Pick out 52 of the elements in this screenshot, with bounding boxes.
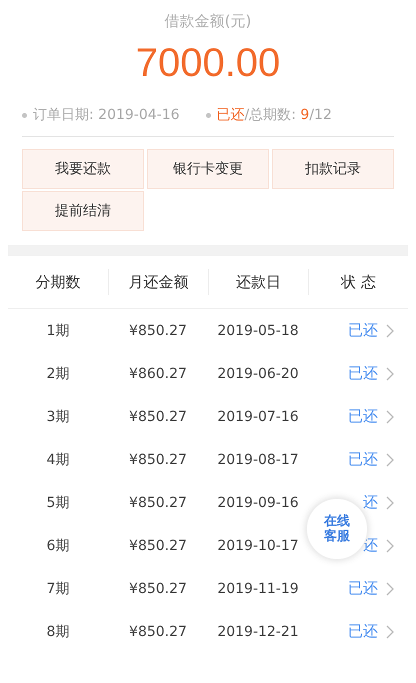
- summary-text: 已还/总期数: 9/12: [216, 106, 332, 124]
- date-cell-text: 2019-05-18: [216, 322, 300, 338]
- period-cell-text: 4期: [46, 450, 70, 468]
- status-link[interactable]: 已还: [348, 364, 378, 383]
- chevron-right-icon[interactable]: [386, 538, 394, 552]
- column-header: 月还金额: [108, 269, 208, 295]
- date-cell-text: 2019-11-19: [216, 580, 300, 596]
- amount-cell-text: ¥850.27: [128, 322, 188, 338]
- loan-amount: 7000.00: [136, 41, 280, 86]
- chevron-right-icon[interactable]: [386, 366, 394, 380]
- status-link[interactable]: 已还: [348, 450, 378, 469]
- date-cell-text: 2019-07-16: [216, 408, 300, 424]
- loan-amount-label: 借款金额(元): [164, 12, 252, 31]
- status-link[interactable]: 已还: [348, 579, 378, 598]
- chevron-right-icon[interactable]: [386, 324, 394, 338]
- chevron-right-icon[interactable]: [386, 452, 394, 466]
- action-button[interactable]: 提前结清: [22, 191, 144, 231]
- chevron-right-icon[interactable]: [386, 496, 394, 510]
- action-button[interactable]: 我要还款: [22, 149, 144, 189]
- status-link[interactable]: 已还: [348, 622, 378, 641]
- period-cell-text: 6期: [46, 536, 70, 554]
- date-cell-text: 2019-12-21: [216, 624, 300, 640]
- action-button[interactable]: 扣款记录: [272, 149, 394, 189]
- period-cell-text: 3期: [46, 408, 70, 426]
- action-button[interactable]: 银行卡变更: [147, 149, 269, 189]
- period-cell-text: 1期: [46, 322, 70, 340]
- date-cell-text: 2019-10-17: [216, 538, 300, 554]
- chevron-right-icon[interactable]: [386, 624, 394, 638]
- status-link[interactable]: 已还: [348, 407, 378, 426]
- period-cell-text: 2期: [46, 364, 70, 382]
- summary-text: 订单日期: 2019-04-16: [33, 106, 180, 124]
- chevron-right-icon[interactable]: [386, 410, 394, 424]
- column-header: 状 态: [308, 269, 408, 295]
- column-header: 还款日: [208, 269, 308, 295]
- amount-cell-text: ¥850.27: [128, 494, 188, 510]
- date-cell-text: 2019-08-17: [216, 452, 300, 468]
- amount-cell-text: ¥850.27: [128, 624, 188, 640]
- period-cell-text: 5期: [46, 494, 70, 512]
- date-cell-text: 2019-09-16: [216, 494, 300, 510]
- bullet-icon: [22, 112, 27, 118]
- amount-cell-text: ¥850.27: [128, 452, 188, 468]
- amount-cell-text: ¥850.27: [128, 408, 188, 424]
- column-header: 分期数: [34, 272, 82, 293]
- status-link[interactable]: 已还: [348, 321, 378, 340]
- bullet-icon: [206, 112, 211, 118]
- period-cell-text: 8期: [46, 622, 70, 640]
- amount-cell-text: ¥860.27: [128, 366, 188, 382]
- amount-cell-text: ¥850.27: [128, 538, 188, 554]
- amount-cell-text: ¥850.27: [128, 580, 188, 596]
- period-cell-text: 7期: [46, 580, 70, 598]
- chevron-right-icon[interactable]: [386, 582, 394, 596]
- date-cell-text: 2019-06-20: [216, 366, 300, 382]
